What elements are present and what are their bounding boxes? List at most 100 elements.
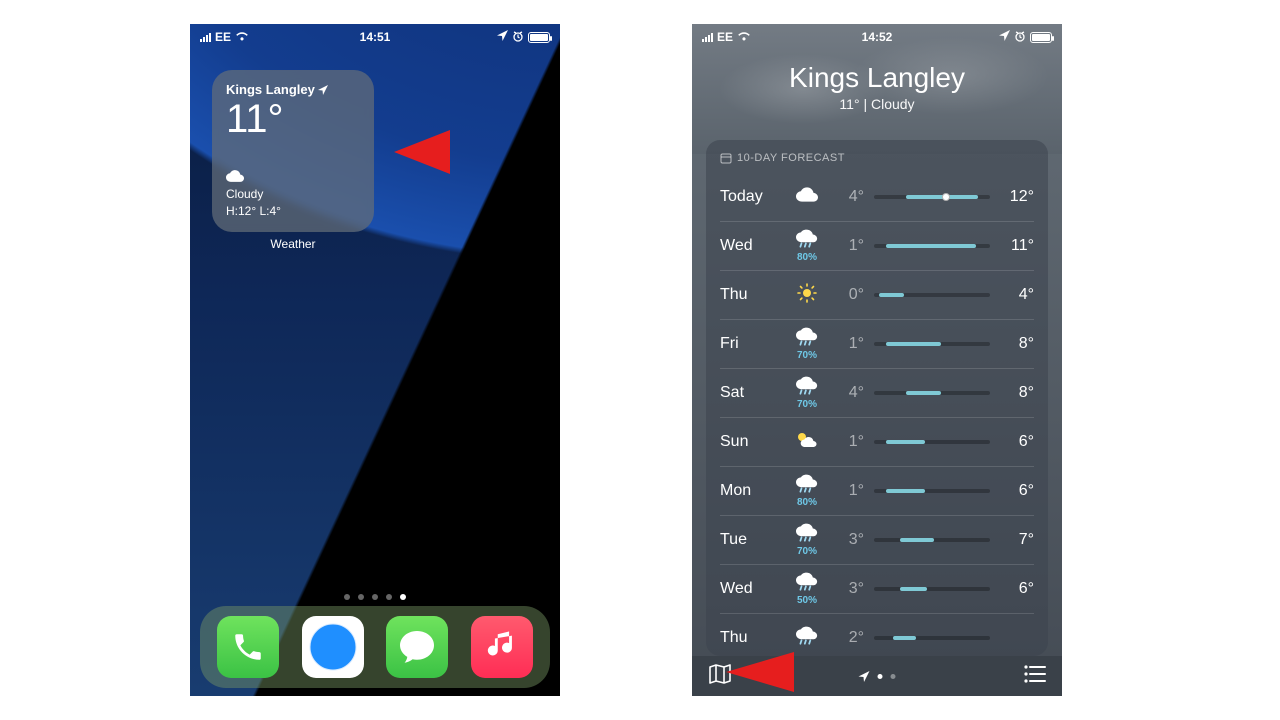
messages-app[interactable] (386, 616, 448, 678)
condition-icon (778, 187, 836, 207)
precip-chance: 70% (778, 546, 836, 557)
forecast-high: 6° (1000, 482, 1034, 500)
forecast-row[interactable]: Wed50%3°6° (720, 564, 1034, 613)
list-icon (1024, 665, 1046, 683)
temp-range-bar (864, 195, 1000, 199)
condition-icon (778, 626, 836, 651)
dock (200, 606, 550, 688)
condition-icon: 80% (778, 474, 836, 508)
music-app[interactable] (471, 616, 533, 678)
temp-range-bar (864, 342, 1000, 346)
forecast-low: 2° (836, 629, 864, 647)
weather-header: Kings Langley 11° | Cloudy (692, 62, 1062, 112)
safari-app[interactable] (302, 616, 364, 678)
forecast-low: 4° (836, 188, 864, 206)
status-time: 14:52 (862, 30, 893, 44)
battery-icon (528, 32, 550, 43)
forecast-high: 6° (1000, 433, 1034, 451)
safari-icon (307, 621, 359, 673)
widget-app-label: Weather (212, 237, 374, 251)
precip-chance: 50% (778, 595, 836, 606)
temp-range-bar (864, 636, 1000, 640)
forecast-row[interactable]: Mon80%1° 6° (720, 466, 1034, 515)
battery-icon (1030, 32, 1052, 43)
forecast-day: Sat (720, 384, 778, 402)
music-note-icon (485, 630, 519, 664)
forecast-high: 8° (1000, 335, 1034, 353)
message-icon (398, 629, 436, 665)
widget-condition: Cloudy (226, 186, 360, 203)
forecast-low: 3° (836, 580, 864, 598)
forecast-row[interactable]: Sat70%4° 8° (720, 368, 1034, 417)
list-button[interactable] (1024, 665, 1046, 688)
panel-title-label: 10-DAY FORECAST (737, 152, 845, 164)
forecast-day: Fri (720, 335, 778, 353)
wifi-icon (235, 30, 249, 44)
carrier-label: EE (717, 30, 733, 44)
forecast-row[interactable]: Sun1°6° (720, 417, 1034, 466)
forecast-high: 4° (1000, 286, 1034, 304)
weather-app: EE 14:52 Kings Langley 11° | Cloudy 10-D… (692, 24, 1062, 696)
status-bar: EE 14:51 (190, 24, 560, 50)
wifi-icon (737, 30, 751, 44)
status-time: 14:51 (360, 30, 391, 44)
forecast-row[interactable]: Tue70%3° 7° (720, 515, 1034, 564)
forecast-low: 4° (836, 384, 864, 402)
forecast-low: 0° (836, 286, 864, 304)
condition-icon: 70% (778, 376, 836, 410)
forecast-row[interactable]: Fri70%1° 8° (720, 319, 1034, 368)
temp-range-bar (864, 391, 1000, 395)
forecast-low: 1° (836, 335, 864, 353)
home-screen: EE 14:51 Kings Langley 11° Cloudy (190, 24, 560, 696)
page-dots[interactable] (190, 594, 560, 600)
forecast-row[interactable]: Thu2° (720, 613, 1034, 656)
temp-range-bar (864, 440, 1000, 444)
forecast-low: 3° (836, 531, 864, 549)
forecast-high: 7° (1000, 531, 1034, 549)
forecast-day: Wed (720, 580, 778, 598)
status-bar: EE 14:52 (692, 24, 1062, 50)
temp-range-bar (864, 538, 1000, 542)
city-summary: 11° | Cloudy (692, 96, 1062, 112)
forecast-day: Tue (720, 531, 778, 549)
alarm-icon (1014, 30, 1026, 45)
widget-temp: 11° (226, 99, 360, 139)
precip-chance: 80% (778, 497, 836, 508)
forecast-high: 11° (1000, 237, 1034, 255)
forecast-low: 1° (836, 237, 864, 255)
annotation-arrow-icon (726, 652, 794, 692)
condition-icon (778, 283, 836, 308)
forecast-high: 8° (1000, 384, 1034, 402)
cloud-icon (226, 170, 244, 182)
location-pager[interactable] (859, 671, 896, 682)
temp-range-bar (864, 587, 1000, 591)
signal-icon (702, 32, 713, 42)
condition-icon: 70% (778, 327, 836, 361)
forecast-low: 1° (836, 433, 864, 451)
phone-app[interactable] (217, 616, 279, 678)
forecast-day: Mon (720, 482, 778, 500)
precip-chance: 80% (778, 252, 836, 263)
forecast-row[interactable]: Thu 0° 4° (720, 270, 1034, 319)
forecast-day: Thu (720, 286, 778, 304)
condition-icon: 70% (778, 523, 836, 557)
carrier-label: EE (215, 30, 231, 44)
annotation-arrow-icon (394, 130, 450, 174)
weather-widget[interactable]: Kings Langley 11° Cloudy H:12° L:4° (212, 70, 374, 232)
condition-icon: 50% (778, 572, 836, 606)
forecast-panel[interactable]: 10-DAY FORECAST Today4°12°Wed80%1°11°Thu… (706, 140, 1048, 656)
precip-chance: 70% (778, 399, 836, 410)
city-name: Kings Langley (692, 62, 1062, 94)
temp-range-bar (864, 489, 1000, 493)
condition-icon: 80% (778, 229, 836, 263)
forecast-low: 1° (836, 482, 864, 500)
location-arrow-icon (497, 30, 508, 44)
forecast-high: 12° (1000, 188, 1034, 206)
location-arrow-icon (999, 30, 1010, 44)
forecast-row[interactable]: Wed80%1°11° (720, 221, 1034, 270)
forecast-row[interactable]: Today4°12° (720, 172, 1034, 221)
widget-hilo: H:12° L:4° (226, 203, 360, 220)
widget-location: Kings Langley (226, 82, 315, 97)
precip-chance: 70% (778, 350, 836, 361)
condition-icon (778, 431, 836, 454)
